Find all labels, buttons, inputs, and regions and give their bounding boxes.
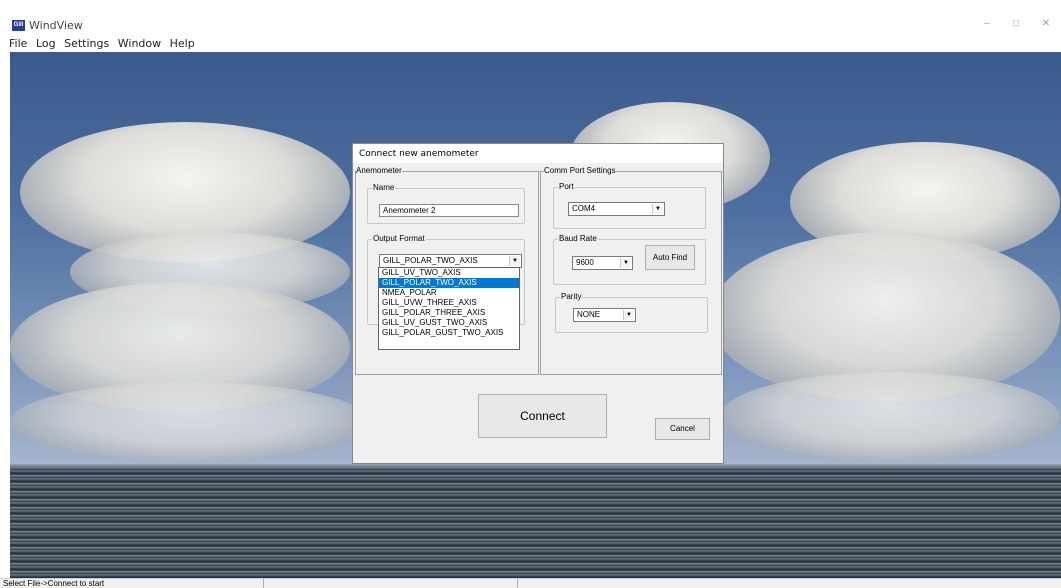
list-item[interactable]: GILL_POLAR_TWO_AXIS xyxy=(379,278,519,288)
status-text: Select File->Connect to start xyxy=(3,579,105,588)
baud-rate-select[interactable]: 9600 ▼ xyxy=(572,256,633,270)
auto-find-button[interactable]: Auto Find xyxy=(645,245,695,270)
port-select[interactable]: COM4 ▼ xyxy=(568,202,665,216)
maximize-button[interactable]: □ xyxy=(1004,16,1028,32)
output-format-dropdown-list: GILL_UV_TWO_AXIS GILL_POLAR_TWO_AXIS NME… xyxy=(378,267,520,350)
chevron-down-icon[interactable]: ▼ xyxy=(620,258,631,268)
menu-log[interactable]: Log xyxy=(33,36,59,52)
menu-file[interactable]: File xyxy=(9,36,30,52)
output-format-value: GILL_POLAR_TWO_AXIS xyxy=(383,256,478,265)
menu-help[interactable]: Help xyxy=(167,36,198,52)
comm-port-panel-label: Comm Port Settings xyxy=(544,166,616,175)
status-bar: Select File->Connect to start xyxy=(0,578,1061,588)
chevron-down-icon[interactable]: ▼ xyxy=(509,256,520,266)
list-item[interactable]: GILL_POLAR_THREE_AXIS xyxy=(379,308,519,318)
port-label: Port xyxy=(558,182,575,192)
cancel-button[interactable]: Cancel xyxy=(655,418,710,440)
list-item[interactable]: GILL_UVW_THREE_AXIS xyxy=(379,298,519,308)
cloud-shape xyxy=(10,382,370,462)
dialog-title: Connect new anemometer xyxy=(353,144,723,163)
chevron-down-icon[interactable]: ▼ xyxy=(652,204,663,214)
list-item[interactable]: NMEA_POLAR xyxy=(379,288,519,298)
list-item[interactable]: GILL_UV_TWO_AXIS xyxy=(379,268,519,278)
sea xyxy=(10,467,1061,578)
baud-rate-value: 9600 xyxy=(576,258,594,267)
name-label: Name xyxy=(372,183,396,193)
parity-select[interactable]: NONE ▼ xyxy=(573,308,636,322)
title-bar: Gill WindView – □ ✕ xyxy=(0,0,1061,36)
close-button[interactable]: ✕ xyxy=(1034,16,1058,32)
menu-settings[interactable]: Settings xyxy=(61,36,112,52)
status-pane-divider xyxy=(517,579,518,588)
chevron-down-icon[interactable]: ▼ xyxy=(623,310,634,320)
port-value: COM4 xyxy=(572,204,596,213)
parity-label: Parity xyxy=(560,292,583,302)
baud-rate-label: Baud Rate xyxy=(558,234,598,244)
anemometer-panel-label: Anemometer xyxy=(356,166,402,175)
window-title: WindView xyxy=(29,19,83,32)
output-format-select[interactable]: GILL_POLAR_TWO_AXIS ▼ xyxy=(379,254,522,268)
output-format-label: Output Format xyxy=(372,234,426,244)
minimize-button[interactable]: – xyxy=(975,16,999,32)
parity-value: NONE xyxy=(577,310,601,319)
cloud-shape xyxy=(720,372,1060,462)
app-logo-icon: Gill xyxy=(12,20,25,31)
list-item[interactable]: GILL_UV_GUST_TWO_AXIS xyxy=(379,318,519,328)
menu-window[interactable]: Window xyxy=(115,36,164,52)
name-field[interactable]: Anemometer 2 xyxy=(379,204,519,217)
connect-button[interactable]: Connect xyxy=(478,394,607,438)
menu-bar: File Log Settings Window Help xyxy=(0,36,1061,52)
status-pane-divider xyxy=(263,579,264,588)
list-item[interactable]: GILL_POLAR_GUST_TWO_AXIS xyxy=(379,328,519,338)
